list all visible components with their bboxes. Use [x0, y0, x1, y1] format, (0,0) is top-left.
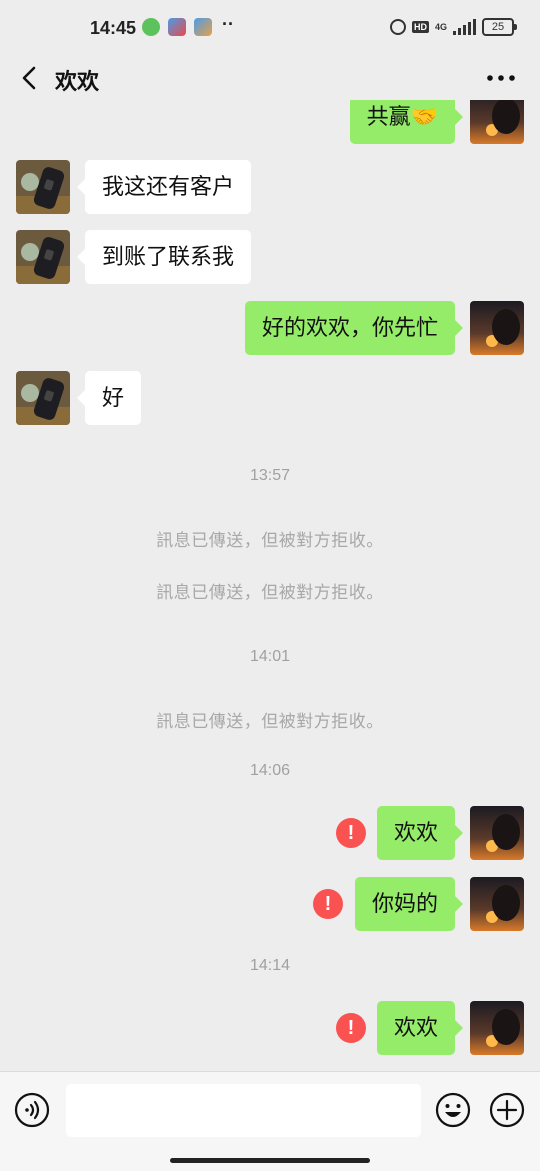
contact-avatar[interactable] [16, 371, 70, 425]
wechat-notification-icon [142, 18, 160, 36]
contact-avatar[interactable] [16, 160, 70, 214]
chat-title: 欢欢 [55, 69, 100, 94]
status-indicators: HD 4G 25 [389, 18, 517, 36]
rejected-notice: 訊息已傳送，但被對方拒收。 [156, 531, 384, 550]
send-failed-icon[interactable]: ! [336, 1013, 366, 1043]
message-input[interactable] [66, 1084, 421, 1137]
app-notification-icon [194, 18, 212, 36]
plus-icon[interactable] [489, 1092, 525, 1128]
send-failed-icon[interactable]: ! [336, 818, 366, 848]
message-row-outgoing: 好的欢欢，你先忙 [0, 301, 540, 355]
chat-header: 欢欢 [0, 56, 540, 100]
status-bar: 14:45 ·· HD 4G 25 [0, 0, 540, 56]
timestamp: 14:14 [249, 957, 291, 974]
message-bubble-incoming[interactable]: 好 [76, 371, 142, 425]
contact-avatar-image [16, 371, 70, 425]
message-row-outgoing: ! 欢欢 [0, 1001, 540, 1055]
rejected-notice: 訊息已傳送，但被對方拒收。 [156, 583, 384, 602]
message-list[interactable]: 共赢🤝 我这还有客户 到账了联系我 好的欢欢，你先忙 好 13:57 訊息已傳送… [0, 100, 540, 1070]
my-avatar-image [470, 877, 524, 931]
message-bubble-outgoing[interactable]: 好的欢欢，你先忙 [244, 301, 464, 355]
my-avatar-image [470, 1001, 524, 1055]
contact-avatar[interactable] [16, 230, 70, 284]
message-bubble-outgoing[interactable]: 你妈的 [354, 877, 464, 931]
app-notification-icon [168, 18, 186, 36]
voice-icon[interactable] [14, 1092, 50, 1128]
timestamp: 13:57 [249, 467, 291, 484]
signal-icon [453, 19, 476, 35]
my-avatar[interactable] [470, 100, 524, 144]
my-avatar-image [470, 100, 524, 144]
more-dots-icon[interactable] [486, 66, 516, 90]
message-row-outgoing: ! 你妈的 [0, 877, 540, 931]
message-row-outgoing: 共赢🤝 [0, 100, 540, 144]
my-avatar-image [470, 301, 524, 355]
emoji-icon[interactable] [435, 1092, 471, 1128]
timestamp: 14:01 [249, 648, 291, 665]
notification-icons [142, 18, 212, 36]
hd-badge: HD [411, 21, 429, 33]
status-time: 14:45 [90, 18, 137, 38]
message-bubble-outgoing[interactable]: 欢欢 [376, 806, 464, 860]
chevron-left-icon[interactable] [18, 64, 42, 92]
battery-icon: 25 [482, 18, 517, 36]
message-bubble-incoming[interactable]: 到账了联系我 [76, 230, 252, 284]
message-row-incoming: 好 [0, 371, 540, 425]
contact-avatar-image [16, 230, 70, 284]
timestamp: 14:06 [249, 762, 291, 779]
send-failed-icon[interactable]: ! [313, 889, 343, 919]
message-bubble-outgoing[interactable]: 欢欢 [376, 1001, 464, 1055]
input-bar [0, 1071, 540, 1171]
my-avatar[interactable] [470, 877, 524, 931]
message-row-outgoing: ! 欢欢 [0, 806, 540, 860]
message-row-incoming: 我这还有客户 [0, 160, 540, 214]
home-indicator[interactable] [170, 1158, 370, 1163]
more-notifications-icon: ·· [222, 14, 234, 34]
message-bubble-incoming[interactable]: 我这还有客户 [76, 160, 252, 214]
message-row-incoming: 到账了联系我 [0, 230, 540, 284]
message-bubble-outgoing[interactable]: 共赢🤝 [349, 100, 464, 144]
rejected-notice: 訊息已傳送，但被對方拒收。 [156, 712, 384, 731]
contact-avatar-image [16, 160, 70, 214]
my-avatar[interactable] [470, 301, 524, 355]
alarm-icon [389, 19, 406, 35]
my-avatar[interactable] [470, 1001, 524, 1055]
my-avatar-image [470, 806, 524, 860]
my-avatar[interactable] [470, 806, 524, 860]
network-type: 4G [434, 22, 447, 32]
